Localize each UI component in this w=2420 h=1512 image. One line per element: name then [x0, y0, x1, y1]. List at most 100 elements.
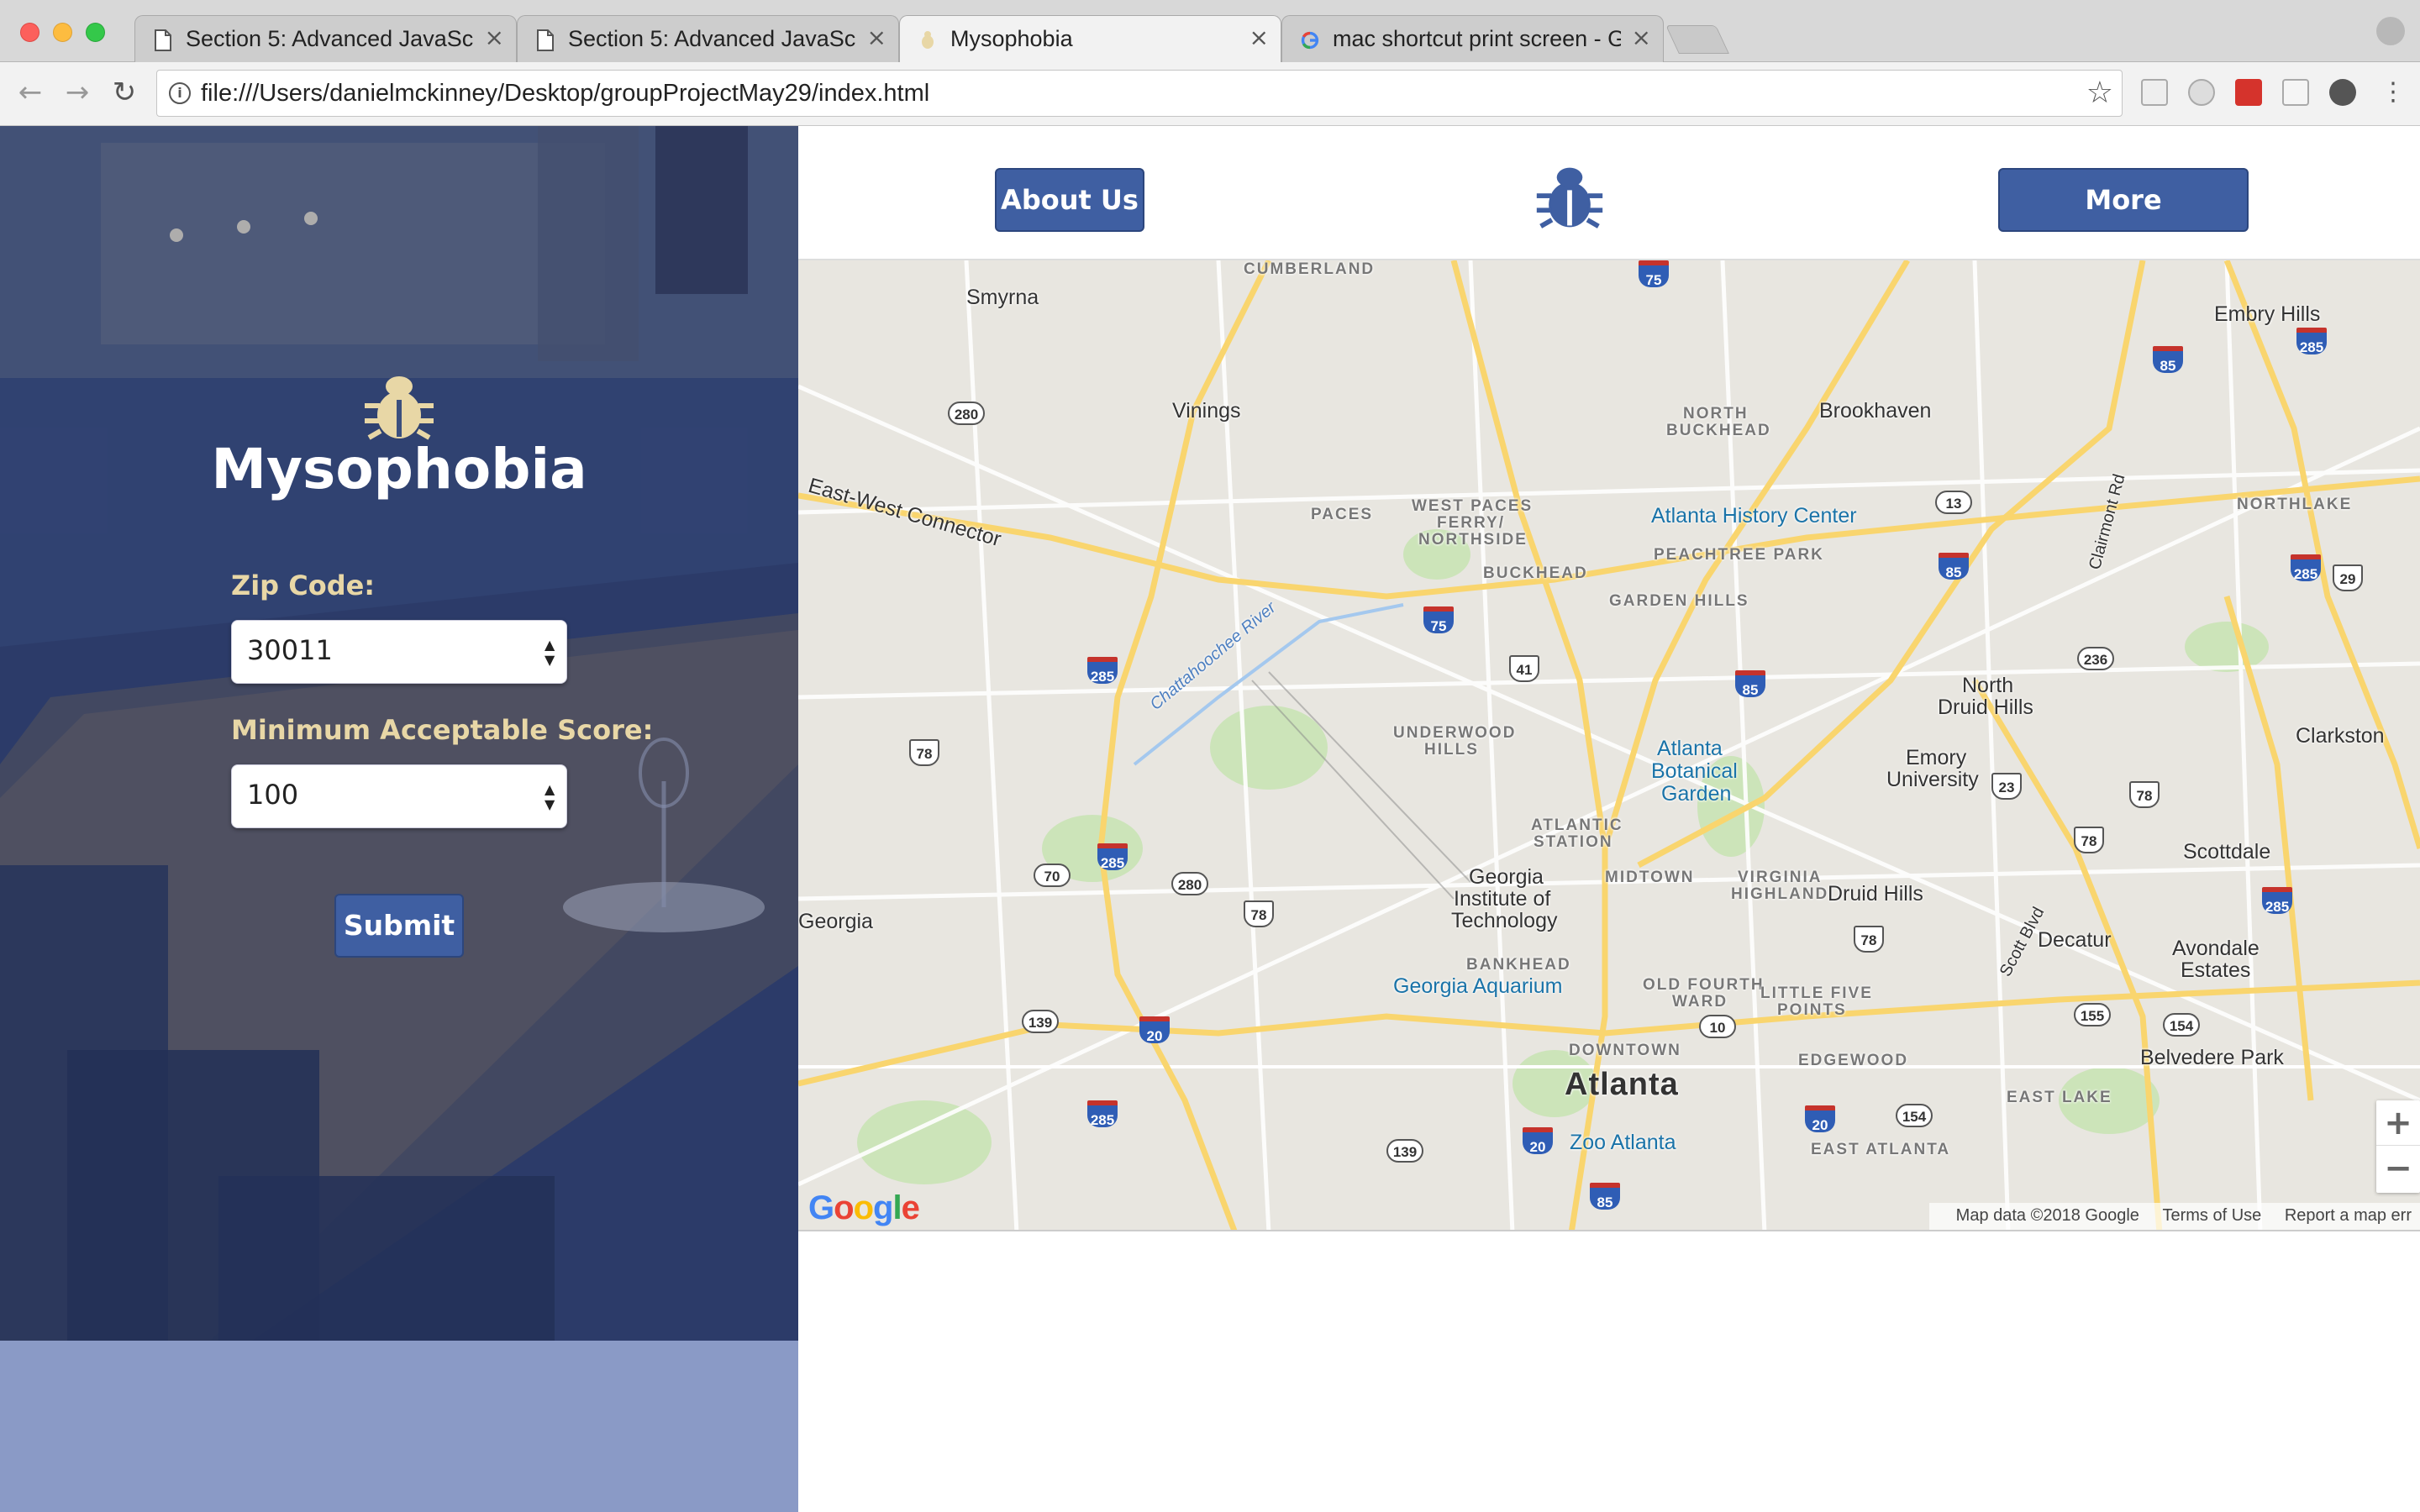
submit-button[interactable]: Submit	[334, 894, 464, 958]
back-arrow-icon[interactable]: ←	[12, 74, 49, 111]
route-shield: 70	[1034, 864, 1071, 887]
extension-icon[interactable]	[2329, 79, 2356, 106]
document-icon	[155, 29, 171, 51]
map-label[interactable]: Garden	[1661, 782, 1731, 806]
extension-icon[interactable]	[2282, 79, 2309, 106]
us-route-shield: 23	[1991, 773, 2022, 800]
browser-tab-active[interactable]: Mysophobia ×	[899, 15, 1281, 63]
interstate-shield: 285	[1087, 1100, 1118, 1128]
minimize-window-button[interactable]	[53, 23, 72, 42]
map-label: Decatur	[2038, 928, 2112, 952]
map-label: ATLANTIC	[1531, 816, 1623, 834]
map-data-text: Map data ©2018 Google	[1955, 1206, 2139, 1225]
page: Mysophobia Zip Code: 30011 ▲ ▼ Minimum Ac…	[0, 126, 2420, 1512]
menu-dots-icon[interactable]: ⋮	[2375, 74, 2412, 111]
map-label: WEST PACES	[1412, 497, 1534, 515]
route-shield: 139	[1386, 1139, 1423, 1163]
zoom-out-button[interactable]: −	[2376, 1146, 2420, 1191]
google-map[interactable]: CUMBERLAND Smyrna Vinings NORTH BUCKHEAD…	[798, 259, 2420, 1231]
terms-of-use-link[interactable]: Terms of Use	[2162, 1206, 2261, 1225]
map-label[interactable]: Atlanta	[1657, 737, 1723, 761]
tab-title: Section 5: Advanced JavaScrip	[186, 26, 474, 51]
browser-chrome: Section 5: Advanced JavaScrip × Section …	[0, 0, 2420, 126]
bug-icon[interactable]	[1534, 161, 1606, 234]
select-arrows-icon: ▲ ▼	[544, 781, 555, 812]
map-label: PACES	[1311, 506, 1374, 523]
close-window-button[interactable]	[20, 23, 39, 42]
map-label: BUCKHEAD	[1483, 564, 1588, 582]
map-label: BUCKHEAD	[1666, 422, 1771, 439]
map-label: Emory	[1906, 746, 1967, 769]
minimum-score-label: Minimum Acceptable Score:	[231, 714, 654, 746]
map-label: FERRY/	[1437, 514, 1505, 532]
map-label: Estates	[2181, 958, 2251, 982]
profile-icon[interactable]	[2376, 17, 2405, 45]
forward-arrow-icon[interactable]: →	[59, 74, 96, 111]
interstate-shield: 20	[1805, 1105, 1835, 1133]
zip-code-select[interactable]: 30011 ▲ ▼	[231, 620, 567, 684]
interstate-shield: 285	[1097, 843, 1128, 871]
more-information-button[interactable]: More Information	[1998, 168, 2249, 276]
browser-tab[interactable]: mac shortcut print screen - Go ×	[1281, 15, 1664, 62]
map-label: Georgia	[1469, 865, 1544, 889]
close-tab-icon[interactable]: ×	[1249, 24, 1269, 51]
map-label: NORTHLAKE	[2237, 496, 2353, 513]
interstate-shield: 20	[1523, 1127, 1553, 1155]
map-label[interactable]: Botanical	[1651, 759, 1738, 784]
us-route-shield: 78	[2129, 781, 2160, 808]
browser-tab[interactable]: Section 5: Advanced JavaScrip ×	[517, 15, 899, 62]
browser-tab[interactable]: Section 5: Advanced JavaScrip ×	[134, 15, 517, 62]
reload-icon[interactable]: ↻	[106, 74, 143, 111]
map-label: HIGHLAND	[1731, 885, 1829, 903]
map-label: NORTH	[1683, 405, 1749, 423]
select-arrows-icon: ▲ ▼	[544, 637, 555, 668]
minimum-score-select[interactable]: 100 ▲ ▼	[231, 764, 567, 828]
map-label: North	[1962, 674, 2014, 697]
close-tab-icon[interactable]: ×	[485, 24, 504, 51]
map-label[interactable]: Georgia Aquarium	[1393, 974, 1563, 999]
us-route-shield: 41	[1509, 655, 1539, 682]
us-route-shield: 78	[2074, 827, 2104, 853]
map-attribution: Map data ©2018 Google Terms of Use Repor…	[1928, 1203, 2420, 1230]
url-text[interactable]: file:///Users/danielmckinney/Desktop/gro…	[201, 80, 929, 108]
map-label: Avondale	[2172, 937, 2260, 960]
interstate-shield: 285	[2296, 328, 2327, 355]
bookmark-star-icon[interactable]: ☆	[2086, 76, 2113, 110]
interstate-shield: 85	[2153, 346, 2183, 374]
map-label: UNDERWOOD	[1393, 724, 1517, 742]
map-label: BANKHEAD	[1466, 956, 1571, 974]
extension-icon[interactable]	[2188, 79, 2215, 106]
us-route-shield: 29	[2333, 564, 2363, 591]
map-label: HILLS	[1424, 741, 1479, 759]
zoom-window-button[interactable]	[86, 23, 105, 42]
new-tab-button[interactable]	[1665, 25, 1729, 54]
zoom-in-button[interactable]: +	[2376, 1100, 2420, 1146]
map-label: Belvedere Park	[2140, 1046, 2284, 1069]
extension-icon[interactable]	[2141, 79, 2168, 106]
google-logo: Google	[808, 1189, 920, 1226]
map-label: Georgia	[798, 910, 873, 933]
close-tab-icon[interactable]: ×	[1632, 24, 1651, 51]
interstate-shield: 75	[1639, 260, 1669, 288]
route-shield: 13	[1935, 491, 1972, 514]
bug-icon	[365, 376, 434, 440]
route-shield: 280	[948, 402, 985, 425]
close-tab-icon[interactable]: ×	[867, 24, 886, 51]
map-label: Scottdale	[2183, 840, 2271, 864]
pdf-extension-icon[interactable]	[2235, 79, 2262, 106]
info-icon[interactable]: i	[169, 82, 191, 104]
address-bar[interactable]: i file:///Users/danielmckinney/Desktop/g…	[156, 70, 2123, 117]
interstate-shield: 85	[1590, 1183, 1620, 1210]
map-label: DOWNTOWN	[1569, 1042, 1681, 1059]
report-map-error-link[interactable]: Report a map err	[2285, 1206, 2412, 1225]
map-label: University	[1886, 768, 1979, 791]
us-route-shield: 78	[909, 739, 939, 766]
map-label: Smyrna	[966, 286, 1039, 309]
map-label: Vinings	[1172, 399, 1241, 423]
map-label[interactable]: Atlanta History Center	[1651, 504, 1857, 528]
map-label: Druid Hills	[1828, 882, 1923, 906]
map-label[interactable]: Zoo Atlanta	[1570, 1131, 1676, 1155]
brand-title: Mysophobia	[211, 437, 587, 501]
about-us-button[interactable]: About Us	[995, 168, 1144, 232]
browser-toolbar: ← → ↻ i file:///Users/danielmckinney/Des…	[0, 62, 2420, 126]
